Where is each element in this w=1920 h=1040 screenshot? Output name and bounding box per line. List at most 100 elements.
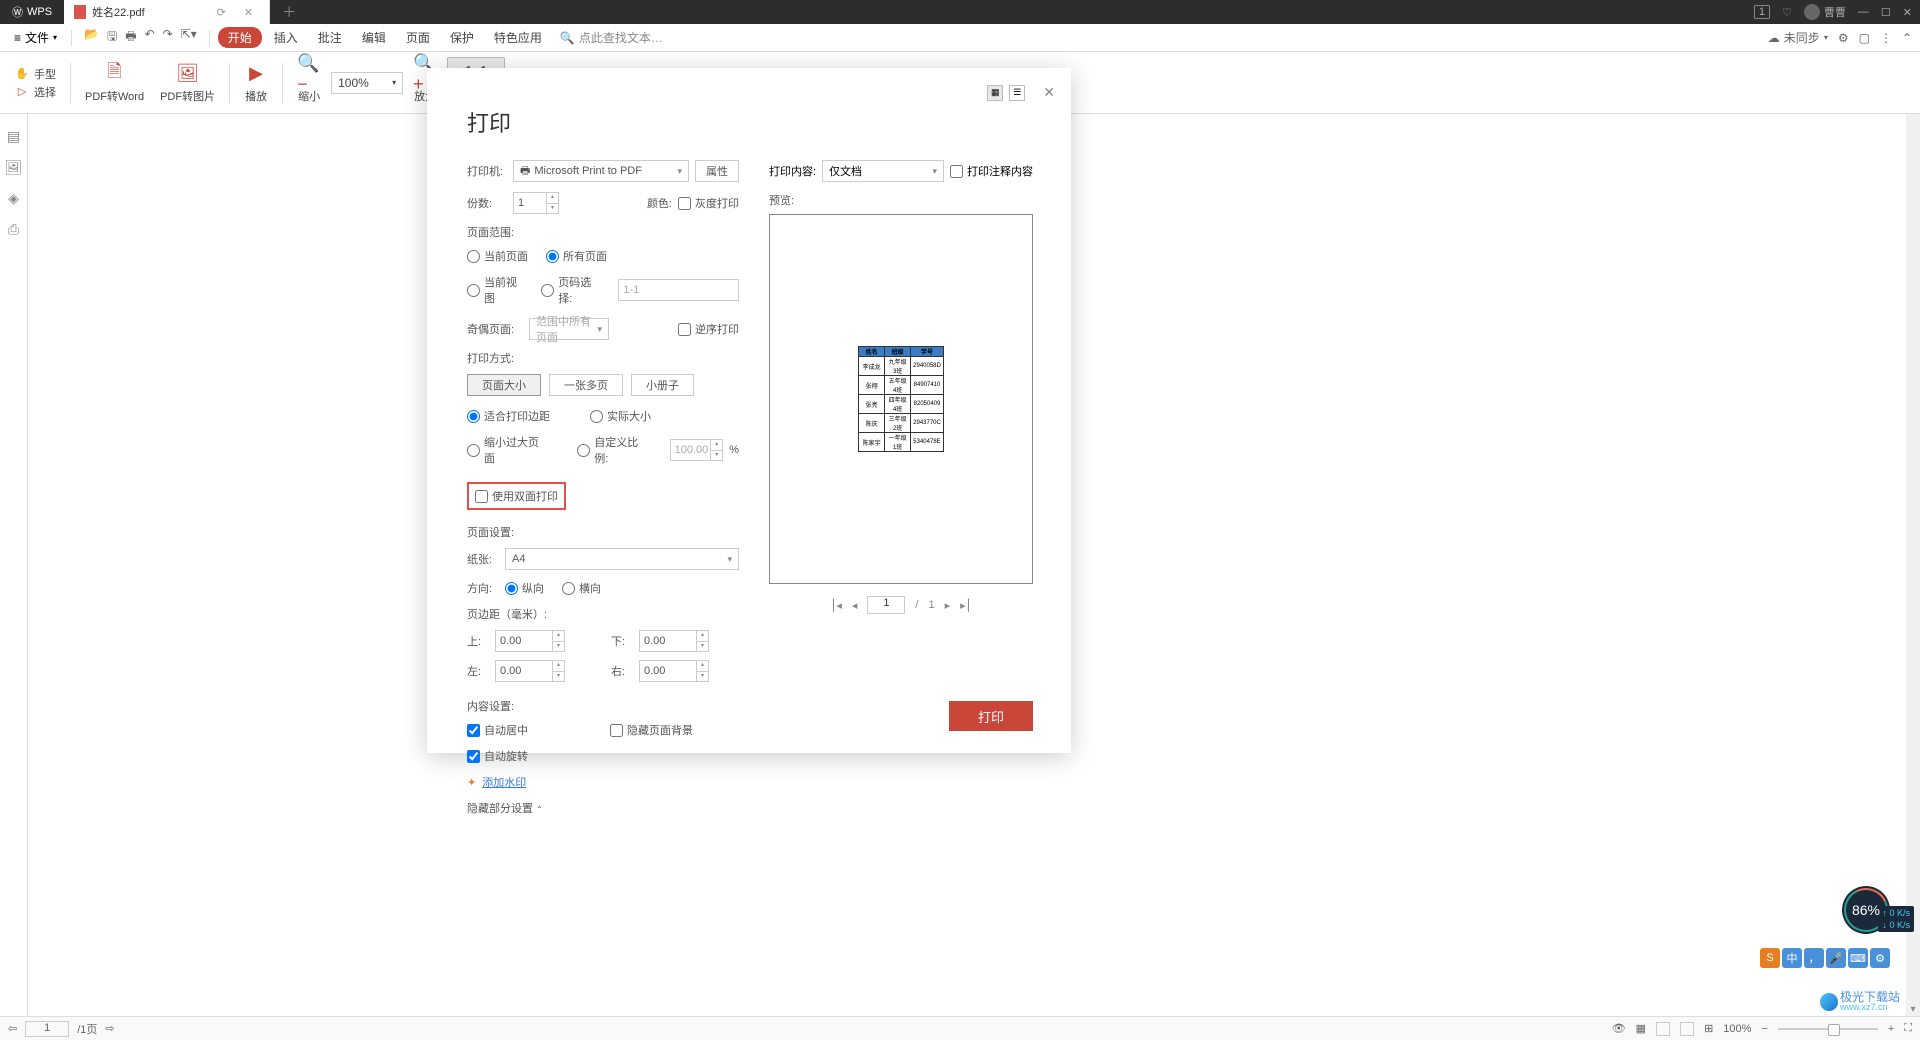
radio-current-page[interactable]: 当前页面 xyxy=(467,248,528,264)
sync-status[interactable]: ☁ 未同步 ▾ xyxy=(1768,29,1828,46)
status-prev-icon[interactable]: ⇦ xyxy=(8,1022,17,1035)
attachment-icon[interactable]: ⎙ xyxy=(8,221,19,238)
radio-landscape[interactable]: 横向 xyxy=(562,580,601,596)
tab-edit[interactable]: 编辑 xyxy=(354,27,394,48)
pager-next-icon[interactable]: ▸ xyxy=(945,599,951,612)
pager-prev-icon[interactable]: ◂ xyxy=(852,599,858,612)
status-next-icon[interactable]: ⇨ xyxy=(105,1022,114,1035)
file-menu[interactable]: ≡ 文件 ▾ xyxy=(8,27,63,48)
undo-icon[interactable]: ↶ xyxy=(145,27,155,48)
printer-select[interactable]: 🖶Microsoft Print to PDF ▾ xyxy=(513,160,689,182)
hide-bg-checkbox[interactable]: 隐藏页面背景 xyxy=(610,722,693,738)
print-button[interactable]: 打印 xyxy=(949,701,1033,731)
mode-icon-1[interactable]: ▦ xyxy=(1636,1022,1646,1035)
mode-icon-2[interactable] xyxy=(1656,1022,1670,1036)
thumbnail-icon[interactable]: ▤ xyxy=(7,128,20,145)
properties-button[interactable]: 属性 xyxy=(695,160,739,182)
close-icon[interactable]: ✕ xyxy=(1903,6,1912,19)
zoom-plus-icon[interactable]: + xyxy=(1888,1023,1894,1035)
export-icon[interactable]: ⇱▾ xyxy=(181,27,197,48)
tab-insert[interactable]: 插入 xyxy=(266,27,306,48)
radio-all-pages[interactable]: 所有页面 xyxy=(546,248,607,264)
margin-top-input[interactable]: 0.00▴▾ xyxy=(495,630,565,652)
radio-actual-size[interactable]: 实际大小 xyxy=(590,408,651,424)
margin-right-input[interactable]: 0.00▴▾ xyxy=(639,660,709,682)
new-tab-button[interactable]: ＋ xyxy=(270,2,308,22)
user-menu[interactable]: 曹曹 xyxy=(1804,4,1846,20)
save-icon[interactable]: 🖫 xyxy=(107,27,117,48)
scale-input[interactable]: 100.00▴▾ xyxy=(670,439,724,461)
radio-page-select[interactable]: 页码选择: xyxy=(541,274,600,306)
select-tool[interactable]: ▷选择 xyxy=(14,84,56,100)
radio-shrink[interactable]: 缩小过大页面 xyxy=(467,434,549,466)
gear-icon[interactable]: ⚙ xyxy=(1838,31,1849,45)
radio-custom-scale[interactable]: 自定义比例: xyxy=(577,434,651,466)
print-annot-checkbox[interactable]: 打印注释内容 xyxy=(950,163,1033,179)
ime-logo-icon[interactable]: S xyxy=(1760,948,1780,968)
ime-keyboard-icon[interactable]: ⌨ xyxy=(1848,948,1868,968)
ime-toolbar[interactable]: S 中 ， 🎤 ⌨ ⚙ xyxy=(1760,948,1890,968)
more-icon[interactable]: ⋮ xyxy=(1880,31,1892,45)
duplex-checkbox[interactable]: 使用双面打印 xyxy=(475,488,558,504)
tab-page[interactable]: 页面 xyxy=(398,27,438,48)
odd-even-select[interactable]: 范围中所有页面▾ xyxy=(529,318,609,340)
ime-settings-icon[interactable]: ⚙ xyxy=(1870,948,1890,968)
badge-icon[interactable]: 1 xyxy=(1754,5,1770,19)
print-content-select[interactable]: 仅文档▾ xyxy=(822,160,944,182)
tab-special[interactable]: 特色应用 xyxy=(486,27,550,48)
mode-multi[interactable]: 一张多页 xyxy=(549,374,623,396)
play-button[interactable]: ▶播放 xyxy=(238,58,274,108)
document-tab[interactable]: 姓名22.pdf ⟳ ✕ xyxy=(64,0,270,24)
tab-review[interactable]: 批注 xyxy=(310,27,350,48)
auto-rotate-checkbox[interactable]: 自动旋转 xyxy=(467,748,528,764)
mode-icon-4[interactable]: ⊞ xyxy=(1704,1022,1713,1035)
vertical-scrollbar[interactable]: ▾ xyxy=(1906,114,1920,1016)
ime-voice-icon[interactable]: 🎤 xyxy=(1826,948,1846,968)
ime-punct-icon[interactable]: ， xyxy=(1804,948,1824,968)
search-box[interactable]: 🔍 点此查找文本… xyxy=(560,29,663,46)
minimize-icon[interactable]: — xyxy=(1858,6,1869,18)
image-icon[interactable]: 🖼 xyxy=(5,159,23,176)
zoom-out[interactable]: 🔍−缩小 xyxy=(291,58,327,108)
maximize-icon[interactable]: ☐ xyxy=(1881,6,1891,19)
page-select-input[interactable]: 1-1 xyxy=(618,279,739,301)
comment-icon[interactable]: ▢ xyxy=(1859,31,1870,45)
scroll-down-icon[interactable]: ▾ xyxy=(1906,1002,1920,1016)
fullscreen-icon[interactable]: ⛶ xyxy=(1904,1022,1912,1035)
status-page-input[interactable]: 1 xyxy=(25,1021,69,1037)
hand-tool[interactable]: ✋手型 xyxy=(14,66,56,82)
pager-last-icon[interactable]: ▸⎮ xyxy=(960,599,971,612)
tab-protect[interactable]: 保护 xyxy=(442,27,482,48)
margin-left-input[interactable]: 0.00▴▾ xyxy=(495,660,565,682)
reverse-checkbox[interactable]: 逆序打印 xyxy=(678,321,739,337)
mode-icon-3[interactable] xyxy=(1680,1022,1694,1036)
open-icon[interactable]: 📂 xyxy=(84,27,99,48)
tab-refresh-icon[interactable]: ⟳ xyxy=(211,6,232,19)
radio-portrait[interactable]: 纵向 xyxy=(505,580,544,596)
paper-select[interactable]: A4▾ xyxy=(505,548,739,570)
radio-fit-margin[interactable]: 适合打印边距 xyxy=(467,408,550,424)
pager-first-icon[interactable]: ⎮◂ xyxy=(831,599,842,612)
mode-booklet[interactable]: 小册子 xyxy=(631,374,694,396)
add-watermark-link[interactable]: 添加水印 xyxy=(482,774,526,790)
ime-lang[interactable]: 中 xyxy=(1782,948,1802,968)
hide-partial-toggle[interactable]: 隐藏部分设置 ⌃ xyxy=(467,800,543,816)
print-icon[interactable]: 🖶 xyxy=(125,27,136,48)
radio-current-view[interactable]: 当前视图 xyxy=(467,274,523,306)
zoom-slider[interactable] xyxy=(1778,1028,1878,1030)
dialog-close-icon[interactable]: ✕ xyxy=(1043,84,1055,101)
collapse-icon[interactable]: ⌃ xyxy=(1902,31,1912,45)
pdf-to-pic[interactable]: 🖼PDF转图片 xyxy=(154,58,221,108)
view-list-icon[interactable]: ☰ xyxy=(1009,85,1025,101)
bookmark-icon[interactable]: ◈ xyxy=(8,190,19,207)
margin-bottom-input[interactable]: 0.00▴▾ xyxy=(639,630,709,652)
grayscale-checkbox[interactable]: 灰度打印 xyxy=(678,195,739,211)
pdf-to-word[interactable]: 🗎PDF转Word xyxy=(79,58,150,108)
tab-start[interactable]: 开始 xyxy=(218,27,262,48)
eye-icon[interactable]: 👁 xyxy=(1612,1022,1626,1035)
mode-page-size[interactable]: 页面大小 xyxy=(467,374,541,396)
zoom-select[interactable]: 100%▾ xyxy=(331,72,403,94)
auto-center-checkbox[interactable]: 自动居中 xyxy=(467,722,528,738)
zoom-minus-icon[interactable]: − xyxy=(1761,1023,1767,1035)
tab-close-icon[interactable]: ✕ xyxy=(238,6,259,19)
